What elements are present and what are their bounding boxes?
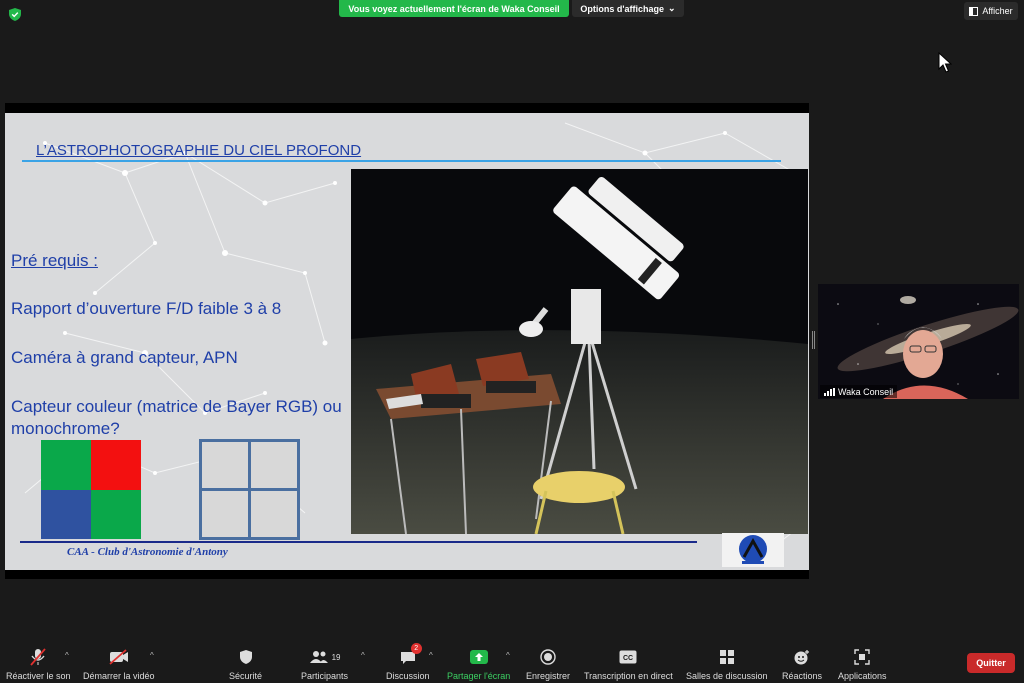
participant-name-tag: Waka Conseil	[820, 385, 898, 398]
smiley-plus-icon	[794, 650, 810, 665]
galaxy-background	[818, 284, 1019, 399]
security-shield-icon[interactable]	[9, 8, 21, 21]
bullet-camera-sensor: Caméra à grand capteur, APN	[11, 348, 238, 367]
security-label: Sécurité	[229, 671, 263, 681]
club-logo-icon	[722, 533, 784, 567]
security-shield-toolbar-icon	[239, 650, 252, 664]
share-screen-button[interactable]: Partager l'écran	[447, 647, 510, 681]
participants-button[interactable]: 19 Participants	[301, 647, 348, 681]
live-transcript-label: Transcription en direct	[584, 671, 673, 681]
apps-icon	[854, 649, 870, 665]
meeting-toolbar: Réactiver le son ^ Démarrer la vidéo ^ S…	[0, 643, 1024, 683]
video-options-chevron-icon[interactable]: ^	[150, 651, 154, 660]
participants-options-chevron-icon[interactable]: ^	[361, 651, 365, 660]
start-video-label: Démarrer la vidéo	[83, 671, 155, 681]
panel-icon	[969, 6, 979, 16]
zoom-meeting-window: Vous voyez actuellement l'écran de Waka …	[0, 0, 1024, 683]
closed-caption-icon: CC	[619, 650, 637, 664]
view-options-label: Options d'affichage	[580, 3, 665, 14]
bayer-cell-red	[91, 440, 141, 490]
svg-text:CC: CC	[623, 655, 633, 662]
bayer-cell-green-2	[91, 489, 141, 539]
apps-button[interactable]: Applications	[838, 647, 887, 681]
share-screen-icon	[469, 650, 488, 664]
share-options-chevron-icon[interactable]: ^	[506, 651, 510, 660]
chat-label: Discussion	[386, 671, 430, 681]
record-button[interactable]: Enregistrer	[526, 647, 570, 681]
live-transcript-button[interactable]: CC Transcription en direct	[584, 647, 673, 681]
participants-label: Participants	[301, 671, 349, 681]
panel-resize-handle[interactable]	[812, 331, 815, 349]
presentation-slide: L’ASTROPHOTOGRAPHIE DU CIEL PROFOND Pré …	[5, 113, 809, 570]
record-label: Enregistrer	[526, 671, 571, 681]
chat-button[interactable]: 2 Discussion	[386, 643, 430, 681]
apps-label: Applications	[838, 671, 887, 681]
mouse-cursor-icon	[938, 52, 952, 73]
audio-options-chevron-icon[interactable]: ^	[65, 651, 69, 660]
participants-icon	[309, 651, 328, 663]
unmute-button[interactable]: Réactiver le son	[6, 647, 71, 681]
shared-screen: L’ASTROPHOTOGRAPHIE DU CIEL PROFOND Pré …	[5, 103, 809, 579]
security-button[interactable]: Sécurité	[229, 647, 262, 681]
bayer-matrix	[41, 440, 141, 539]
reactions-label: Réactions	[782, 671, 823, 681]
monochrome-grid	[199, 439, 300, 540]
title-underline	[22, 160, 781, 162]
show-label: Afficher	[982, 6, 1013, 16]
grid-horizontal-line	[202, 488, 297, 491]
view-options-button[interactable]: Options d'affichage ⌄	[572, 0, 684, 17]
video-off-icon	[109, 649, 128, 665]
record-icon	[540, 649, 556, 665]
quit-meeting-button[interactable]: Quitter	[967, 653, 1015, 673]
club-name: CAA - Club d'Astronomie d'Antony	[67, 546, 228, 558]
bullet-aperture-ratio: Rapport d’ouverture F/D faible 3 à 8	[11, 299, 282, 318]
breakout-rooms-label: Salles de discussion	[686, 671, 768, 681]
screen-share-banner: Vous voyez actuellement l'écran de Waka …	[339, 0, 569, 17]
show-button[interactable]: Afficher	[964, 2, 1018, 20]
breakout-rooms-icon	[719, 650, 734, 664]
microphone-muted-icon	[30, 648, 46, 666]
participants-count: 19	[331, 652, 341, 662]
breakout-rooms-button[interactable]: Salles de discussion	[686, 647, 768, 681]
bullet-color-sensor: Capteur couleur (matrice de Bayer RGB) o…	[11, 397, 342, 438]
chat-options-chevron-icon[interactable]: ^	[429, 651, 433, 660]
start-video-button[interactable]: Démarrer la vidéo	[83, 647, 155, 681]
bayer-cell-green-1	[41, 440, 91, 490]
prerequisites-heading: Pré requis :	[11, 251, 98, 270]
chevron-down-icon: ⌄	[668, 3, 676, 13]
participant-video-tile[interactable]: Waka Conseil	[818, 284, 1019, 399]
reactions-button[interactable]: Réactions	[782, 647, 822, 681]
unmute-label: Réactiver le son	[6, 671, 71, 681]
participant-name: Waka Conseil	[838, 386, 894, 397]
slide-title: L’ASTROPHOTOGRAPHIE DU CIEL PROFOND	[36, 142, 362, 159]
chat-unread-badge: 2	[410, 643, 422, 654]
telescope-photo	[351, 169, 808, 534]
footer-rule	[20, 541, 697, 543]
signal-strength-icon	[824, 387, 835, 396]
share-screen-label: Partager l'écran	[447, 671, 511, 681]
bayer-cell-blue	[41, 489, 91, 539]
